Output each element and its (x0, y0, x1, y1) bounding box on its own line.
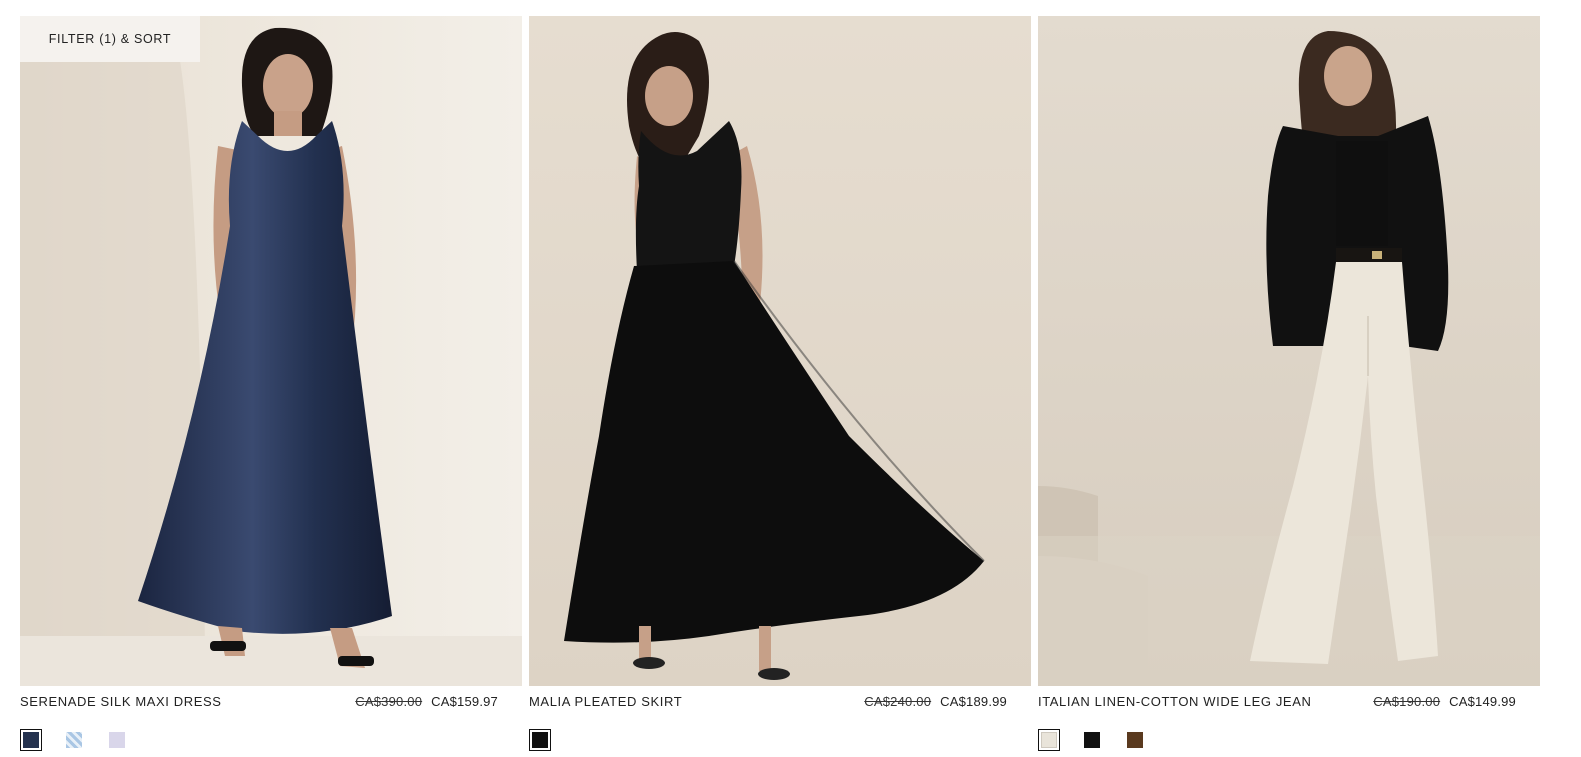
product-name[interactable]: MALIA PLEATED SKIRT (529, 694, 682, 709)
color-swatches (20, 729, 522, 751)
swatch-black[interactable] (1081, 729, 1103, 751)
filter-sort-button[interactable]: FILTER (1) & SORT (20, 16, 200, 62)
product-info: ITALIAN LINEN-COTTON WIDE LEG JEAN CA$19… (1038, 686, 1540, 716)
sale-price: CA$149.99 (1449, 693, 1516, 709)
product-prices: CA$190.00 CA$149.99 (1373, 694, 1516, 709)
product-card: ITALIAN LINEN-COTTON WIDE LEG JEAN CA$19… (1038, 16, 1540, 757)
sale-price: CA$159.97 (431, 693, 498, 709)
product-info: SERENADE SILK MAXI DRESS CA$390.00 CA$15… (20, 686, 522, 716)
product-card: MALIA PLEATED SKIRT CA$240.00 CA$189.99 (529, 16, 1031, 757)
original-price: CA$190.00 (1373, 693, 1441, 709)
swatch-brown[interactable] (1124, 729, 1146, 751)
product-grid: SERENADE SILK MAXI DRESS CA$390.00 CA$15… (20, 16, 1542, 757)
product-image[interactable] (20, 16, 522, 686)
sale-price: CA$189.99 (940, 693, 1007, 709)
swatch-blue-floral[interactable] (63, 729, 85, 751)
swatch-ecru[interactable] (1038, 729, 1060, 751)
original-price: CA$240.00 (864, 693, 932, 709)
color-swatches (1038, 729, 1540, 751)
product-image[interactable] (529, 16, 1031, 686)
product-name[interactable]: SERENADE SILK MAXI DRESS (20, 694, 222, 709)
swatch-navy[interactable] (20, 729, 42, 751)
product-card: SERENADE SILK MAXI DRESS CA$390.00 CA$15… (20, 16, 522, 757)
swatch-lavender[interactable] (106, 729, 128, 751)
color-swatches (529, 729, 1031, 751)
product-info: MALIA PLEATED SKIRT CA$240.00 CA$189.99 (529, 686, 1031, 716)
product-prices: CA$390.00 CA$159.97 (355, 694, 498, 709)
product-image[interactable] (1038, 16, 1540, 686)
original-price: CA$390.00 (355, 693, 423, 709)
product-prices: CA$240.00 CA$189.99 (864, 694, 1007, 709)
swatch-black[interactable] (529, 729, 551, 751)
product-name[interactable]: ITALIAN LINEN-COTTON WIDE LEG JEAN (1038, 694, 1311, 709)
